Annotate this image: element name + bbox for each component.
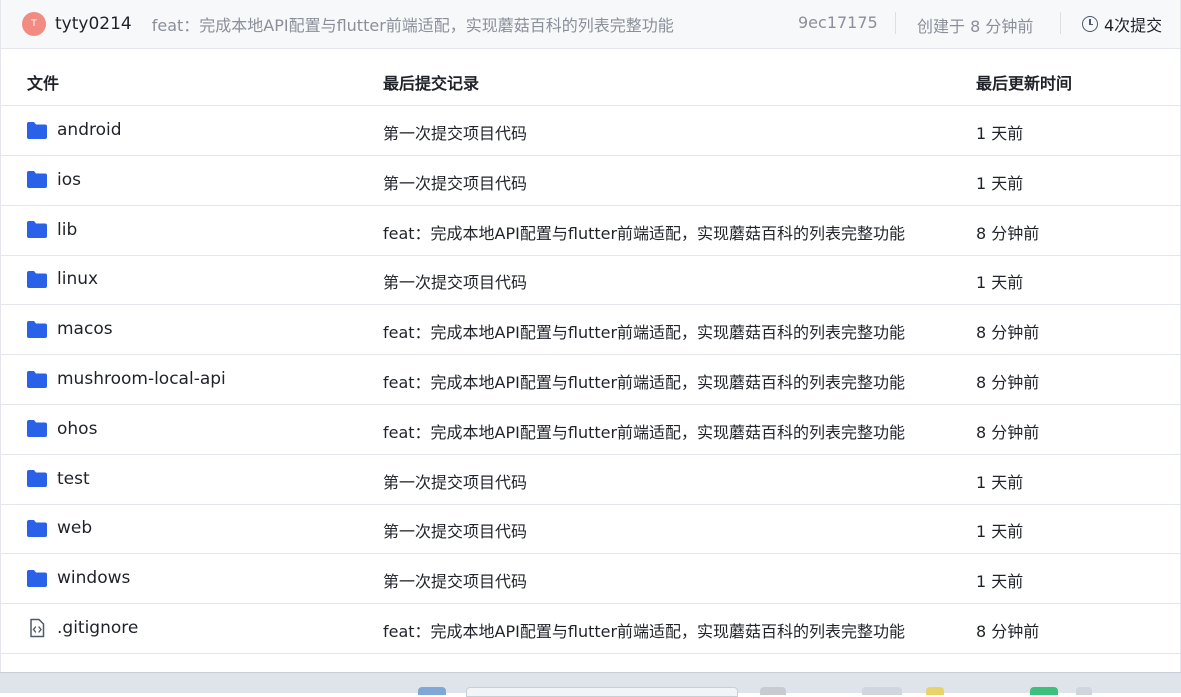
column-header-file: 文件: [27, 74, 60, 93]
file-name-cell[interactable]: android: [27, 120, 122, 140]
last-commit-message[interactable]: feat：完成本地API配置与flutter前端适配，实现蘑菇百科的列表完整功能: [383, 618, 923, 642]
last-updated-time: 1 天前: [976, 522, 1024, 542]
folder-icon: [27, 569, 47, 587]
last-commit-message[interactable]: 第一次提交项目代码: [383, 568, 923, 592]
commit-author[interactable]: tyty0214: [55, 14, 132, 34]
file-name[interactable]: linux: [57, 269, 98, 289]
last-updated-time: 1 天前: [976, 472, 1024, 492]
table-row[interactable]: mushroom-local-api feat：完成本地API配置与flutter…: [1, 355, 1180, 405]
last-commit-message[interactable]: 第一次提交项目代码: [383, 170, 923, 194]
last-commit-message[interactable]: 第一次提交项目代码: [383, 469, 923, 493]
commit-message[interactable]: feat：完成本地API配置与flutter前端适配，实现蘑菇百科的列表完整功能: [152, 12, 782, 36]
table-row[interactable]: macos feat：完成本地API配置与flutter前端适配，实现蘑菇百科的列…: [1, 305, 1180, 356]
file-name-cell[interactable]: linux: [27, 269, 98, 289]
file-list-panel: T tyty0214 feat：完成本地API配置与flutter前端适配，实现…: [0, 0, 1181, 672]
table-row[interactable]: .gitignore feat：完成本地API配置与flutter前端适配，实现蘑…: [1, 604, 1180, 654]
taskbar-app-icon[interactable]: [926, 687, 944, 695]
clock-icon: [1082, 16, 1098, 32]
file-name[interactable]: ohos: [57, 419, 97, 439]
column-header-updated: 最后更新时间: [976, 74, 1073, 93]
folder-icon: [27, 171, 47, 189]
last-commit-message[interactable]: 第一次提交项目代码: [383, 269, 923, 293]
last-updated-time: 8 分钟前: [976, 373, 1040, 392]
divider: [1060, 12, 1061, 34]
file-name[interactable]: macos: [57, 319, 113, 339]
folder-icon: [27, 370, 47, 388]
taskbar-app-icon[interactable]: [418, 687, 446, 695]
folder-icon: [27, 420, 47, 438]
last-updated-time: 1 天前: [976, 273, 1024, 293]
divider: [895, 12, 896, 34]
file-name[interactable]: .gitignore: [57, 618, 138, 638]
file-name[interactable]: ios: [57, 170, 81, 190]
file-name[interactable]: web: [57, 518, 92, 538]
file-name-cell[interactable]: ios: [27, 170, 81, 190]
repo-file-browser: T tyty0214 feat：完成本地API配置与flutter前端适配，实现…: [0, 0, 1181, 697]
last-updated-time: 1 天前: [976, 173, 1024, 193]
taskbar-search-box[interactable]: [466, 687, 738, 697]
table-row[interactable]: ohos feat：完成本地API配置与flutter前端适配，实现蘑菇百科的列表…: [1, 405, 1180, 455]
table-row[interactable]: test 第一次提交项目代码 1 天前: [1, 455, 1180, 505]
commit-hash[interactable]: 9ec17175: [798, 13, 878, 32]
taskbar: [0, 672, 1181, 697]
taskbar-app-icon[interactable]: [1030, 687, 1058, 695]
last-commit-message[interactable]: feat：完成本地API配置与flutter前端适配，实现蘑菇百科的列表完整功能: [383, 319, 923, 343]
file-name-cell[interactable]: test: [27, 469, 90, 489]
folder-icon: [27, 221, 47, 239]
taskbar-app-icon[interactable]: [1076, 687, 1092, 695]
latest-commit-bar: T tyty0214 feat：完成本地API配置与flutter前端适配，实现…: [1, 0, 1180, 49]
folder-icon: [27, 470, 47, 488]
last-commit-message[interactable]: feat：完成本地API配置与flutter前端适配，实现蘑菇百科的列表完整功能: [383, 220, 923, 244]
file-name[interactable]: android: [57, 120, 122, 140]
table-row[interactable]: android 第一次提交项目代码 1 天前: [1, 106, 1180, 156]
file-name[interactable]: lib: [57, 220, 77, 240]
folder-icon: [27, 270, 47, 288]
file-name-cell[interactable]: windows: [27, 568, 130, 588]
last-commit-message[interactable]: 第一次提交项目代码: [383, 120, 923, 144]
last-commit-message[interactable]: 第一次提交项目代码: [383, 518, 923, 542]
taskbar-app-icon[interactable]: [760, 687, 786, 695]
last-updated-time: 1 天前: [976, 124, 1024, 143]
code-file-icon: [27, 618, 47, 638]
last-updated-time: 8 分钟前: [976, 223, 1040, 243]
table-row[interactable]: ios 第一次提交项目代码 1 天前: [1, 156, 1180, 206]
column-header-last-commit: 最后提交记录: [383, 74, 480, 93]
file-name-cell[interactable]: macos: [27, 319, 113, 339]
table-header: 文件 最后提交记录 最后更新时间: [1, 55, 1180, 106]
commit-created-time: 创建于 8 分钟前: [917, 17, 1034, 36]
folder-icon: [27, 121, 47, 139]
last-commit-message[interactable]: feat：完成本地API配置与flutter前端适配，实现蘑菇百科的列表完整功能: [383, 419, 923, 443]
file-name[interactable]: test: [57, 469, 90, 489]
commit-count-label: 4次提交: [1104, 16, 1163, 35]
last-updated-time: 8 分钟前: [976, 422, 1040, 442]
file-name[interactable]: windows: [57, 568, 130, 588]
file-name-cell[interactable]: mushroom-local-api: [27, 369, 226, 389]
table-row[interactable]: lib feat：完成本地API配置与flutter前端适配，实现蘑菇百科的列表完…: [1, 206, 1180, 256]
last-updated-time: 8 分钟前: [976, 323, 1040, 343]
file-name-cell[interactable]: ohos: [27, 419, 97, 439]
file-name[interactable]: mushroom-local-api: [57, 369, 226, 389]
folder-icon: [27, 519, 47, 537]
file-name-cell[interactable]: .gitignore: [27, 618, 138, 638]
taskbar-app-icon[interactable]: [862, 687, 902, 695]
last-updated-time: 1 天前: [976, 572, 1024, 592]
file-name-cell[interactable]: lib: [27, 220, 77, 240]
file-name-cell[interactable]: web: [27, 518, 92, 538]
table-row[interactable]: linux 第一次提交项目代码 1 天前: [1, 255, 1180, 306]
commit-count-button[interactable]: 4次提交: [1082, 12, 1162, 36]
table-row[interactable]: windows 第一次提交项目代码 1 天前: [1, 554, 1180, 605]
last-commit-message[interactable]: feat：完成本地API配置与flutter前端适配，实现蘑菇百科的列表完整功能: [383, 369, 923, 393]
last-updated-time: 8 分钟前: [976, 622, 1040, 641]
author-avatar[interactable]: T: [22, 12, 46, 36]
folder-icon: [27, 320, 47, 338]
table-row[interactable]: web 第一次提交项目代码 1 天前: [1, 504, 1180, 555]
